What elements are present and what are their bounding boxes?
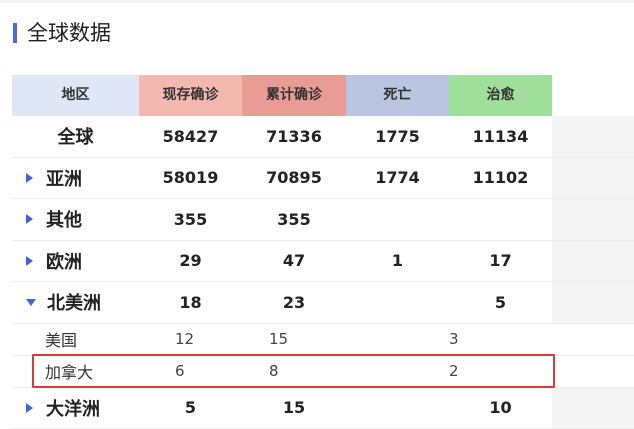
table-header-row: 地区 现存确诊 累计确诊 死亡 治愈: [12, 75, 634, 116]
expand-arrow-icon[interactable]: [26, 172, 33, 183]
deaths-value: [346, 199, 449, 240]
deaths-value: [346, 388, 449, 429]
deaths-value: 1775: [375, 126, 420, 146]
region-name: 亚洲: [46, 168, 82, 190]
row-filler: [552, 199, 634, 240]
page-title: 全球数据: [27, 21, 111, 45]
table-row-asia[interactable]: 亚洲 58019 70895 1774 11102: [12, 157, 634, 199]
total-confirmed-value: 15: [269, 330, 289, 348]
current-confirmed-value: 58427: [162, 126, 219, 146]
page-header: 全球数据: [0, 0, 634, 60]
current-confirmed-value: 18: [179, 292, 202, 312]
header-total-confirmed: 累计确诊: [242, 75, 346, 116]
region-name-cell[interactable]: 大洋洲: [12, 388, 139, 429]
table-row-europe[interactable]: 欧洲 29 47 1 17: [12, 240, 634, 282]
current-confirmed-value: 12: [175, 330, 195, 348]
header-deaths: 死亡: [346, 75, 449, 116]
expand-arrow-icon[interactable]: [26, 402, 33, 413]
cured-value: 5: [494, 292, 507, 312]
current-confirmed-value: 5: [184, 398, 197, 418]
total-confirmed-value: 23: [282, 292, 306, 312]
region-name: 欧洲: [46, 251, 82, 273]
cured-value: 10: [489, 398, 512, 418]
total-confirmed-value: 355: [277, 209, 311, 229]
deaths-value: 1: [391, 251, 404, 271]
deaths-value: 1774: [375, 168, 420, 188]
row-filler: [552, 282, 634, 323]
collapse-arrow-icon[interactable]: [26, 298, 36, 306]
row-filler: [552, 116, 634, 157]
expand-arrow-icon[interactable]: [26, 214, 33, 225]
region-name: 大洋洲: [46, 398, 100, 420]
table-row-north-america[interactable]: 北美洲 18 23 5: [12, 282, 634, 324]
table-row-oceania[interactable]: 大洋洲 5 15 10: [12, 387, 634, 429]
table-subrow-usa: 美国 12 15 3: [12, 324, 634, 356]
header-cured: 治愈: [449, 75, 552, 116]
country-name: 美国: [45, 331, 78, 350]
row-filler: [552, 157, 634, 198]
region-name-cell[interactable]: 北美洲: [12, 282, 139, 323]
total-confirmed-value: 70895: [266, 168, 322, 188]
region-name: 北美洲: [47, 293, 101, 315]
region-name-cell[interactable]: 亚洲: [12, 158, 139, 199]
canada-row-highlight-box: [32, 354, 555, 388]
header-region: 地区: [12, 75, 139, 116]
deaths-value: [346, 282, 449, 323]
table-row-other[interactable]: 其他 355 355: [12, 199, 634, 241]
cured-value: 11102: [472, 168, 529, 188]
total-confirmed-value: 47: [282, 251, 306, 271]
cured-value: 3: [449, 330, 459, 348]
current-confirmed-value: 29: [179, 251, 202, 271]
region-name: 全球: [57, 127, 94, 149]
expand-arrow-icon[interactable]: [26, 255, 33, 266]
table-row-global: 全球 58427 71336 1775 11134: [12, 116, 634, 158]
region-name: 其他: [46, 210, 82, 232]
title-accent-bar: [13, 23, 17, 43]
cured-value: [449, 199, 552, 240]
current-confirmed-value: 355: [173, 209, 208, 229]
region-name-cell[interactable]: 其他: [12, 199, 139, 240]
current-confirmed-value: 58019: [162, 168, 219, 188]
row-filler: [552, 387, 634, 428]
cured-value: 11134: [472, 126, 529, 146]
header-current-confirmed: 现存确诊: [139, 75, 242, 116]
cured-value: 17: [489, 251, 512, 271]
deaths-value: [346, 324, 449, 355]
region-name-cell[interactable]: 欧洲: [12, 241, 139, 282]
row-filler: [552, 240, 634, 281]
total-confirmed-value: 71336: [266, 126, 322, 146]
total-confirmed-value: 15: [282, 398, 306, 418]
